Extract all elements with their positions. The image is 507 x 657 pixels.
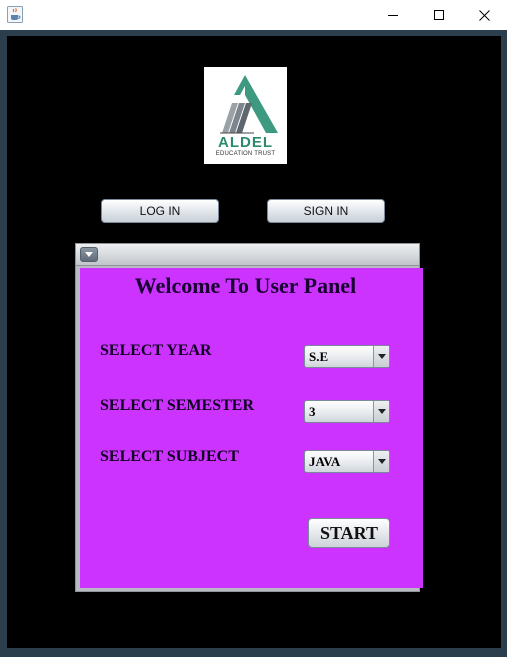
login-button[interactable]: LOG IN — [101, 199, 219, 223]
window-frame: ALDEL EDUCATION TRUST LOG IN SIGN IN Wel… — [0, 30, 507, 657]
semester-select-value: 3 — [309, 404, 316, 419]
minimize-icon — [388, 15, 398, 16]
panel-title: Welcome To User Panel — [134, 273, 357, 298]
year-label: SELECT YEAR — [100, 342, 212, 359]
window-title-bar — [0, 0, 507, 30]
subject-select-value: JAVA — [309, 454, 341, 469]
dropdown-arrow-icon — [373, 401, 389, 422]
subject-label: SELECT SUBJECT — [100, 448, 239, 465]
dropdown-arrow-icon — [373, 346, 389, 367]
close-button[interactable] — [461, 0, 507, 30]
panel-body: Welcome To User Panel SELECT YEAR S.E SE… — [80, 268, 423, 588]
aldel-emblem-icon — [220, 75, 278, 134]
dropdown-arrow-icon — [373, 451, 389, 472]
semester-label: SELECT SEMESTER — [100, 397, 254, 414]
logo-name: ALDEL — [218, 134, 273, 151]
logo-subtitle: EDUCATION TRUST — [215, 151, 276, 157]
java-cup-icon — [7, 6, 23, 23]
minimize-button[interactable] — [370, 0, 416, 30]
semester-select[interactable]: 3 — [304, 400, 390, 423]
main-content: ALDEL EDUCATION TRUST LOG IN SIGN IN Wel… — [7, 36, 501, 648]
panel-title-bar — [76, 244, 419, 266]
year-select-value: S.E — [309, 349, 329, 364]
maximize-icon — [434, 10, 444, 20]
start-button[interactable]: START — [308, 518, 390, 548]
signin-button[interactable]: SIGN IN — [267, 199, 385, 223]
close-icon — [478, 9, 490, 21]
user-panel: Welcome To User Panel SELECT YEAR S.E SE… — [75, 243, 423, 592]
year-select[interactable]: S.E — [304, 345, 390, 368]
maximize-button[interactable] — [416, 0, 462, 30]
chevron-down-icon — [85, 251, 93, 257]
aldel-logo: ALDEL EDUCATION TRUST — [204, 67, 287, 164]
panel-menu-button[interactable] — [80, 247, 98, 262]
subject-select[interactable]: JAVA — [304, 450, 390, 473]
